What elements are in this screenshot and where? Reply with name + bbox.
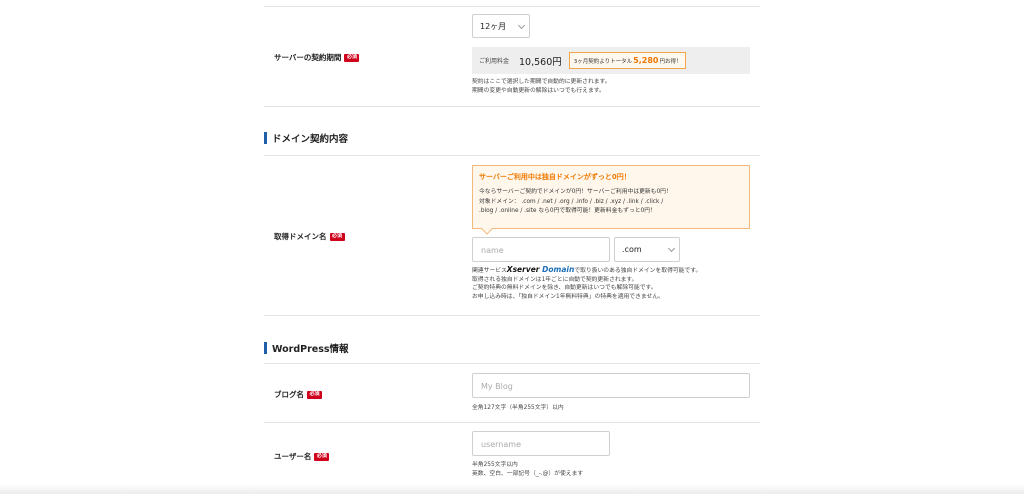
promo-line: .blog / .online / .site なら0円で取得可能！更新料金もず…	[479, 208, 656, 214]
price-value: 10,560円	[519, 56, 562, 68]
required-badge: 必須	[307, 390, 323, 399]
savings-suffix: 円お得！	[659, 58, 682, 65]
section-accent-bar	[264, 342, 267, 354]
domain-section-title: ドメイン契約内容	[272, 134, 349, 145]
divider	[264, 363, 760, 364]
note-line: 契約はここで選択した期間で自動的に更新されます。	[472, 79, 611, 85]
related-service-line: 関連サービスXserver Domainで取り扱いのある独自ドメインを取得可能で…	[472, 265, 702, 276]
note-line: お申し込み時は、「独自ドメイン1年無料特典」の特典を適用できません。	[472, 293, 664, 300]
chevron-down-icon	[517, 21, 526, 30]
bottom-shadow	[0, 484, 1024, 494]
domain-label-row: 取得ドメイン名 必須	[274, 231, 345, 242]
note-line: 取得される独自ドメインは1年ごとに自動で契約更新されます。	[472, 276, 638, 283]
wordpress-section-title: WordPress情報	[272, 344, 349, 355]
divider	[264, 6, 760, 7]
promo-line: 対象ドメイン： .com / .net / .org / .info / .bi…	[479, 198, 664, 205]
promo-line: 今ならサーバーご契約でドメインが0円！サーバーご利用中は更新も0円！	[479, 189, 672, 195]
savings-amount: 5,280	[633, 56, 659, 65]
server-period-label-row: サーバーの契約期間 必須	[274, 52, 360, 63]
domain-promo-box: サーバーご利用中は独自ドメインがずっと0円！ 今ならサーバーご契約でドメインが0…	[472, 165, 750, 235]
domain-notes: 関連サービスXserver Domainで取り扱いのある独自ドメインを取得可能で…	[472, 265, 702, 301]
domain-name-input[interactable]	[473, 239, 609, 262]
price-summary: ご利用料金 10,560円 3ヶ月契約よりトータル 5,280 円お得！	[472, 47, 750, 74]
contract-period-value: 12ヶ月	[480, 21, 507, 31]
domain-section-heading: ドメイン契約内容	[264, 131, 348, 145]
savings-prefix: 3ヶ月契約よりトータル	[573, 58, 633, 65]
domain-name-field[interactable]	[472, 237, 610, 262]
promo-pointer	[481, 223, 493, 235]
required-badge: 必須	[329, 232, 345, 241]
contract-period-select[interactable]: 12ヶ月	[472, 14, 530, 38]
note-line: 半角255文字以内	[472, 462, 518, 468]
note-line: ご契約特典の無料ドメインを除き、自動更新はいつでも解除可能です。	[472, 285, 657, 292]
server-period-notes: 契約はここで選択した期間で自動的に更新されます。 期間の変更や自動更新の解除はい…	[472, 78, 611, 95]
related-service-prefix: 関連サービス	[472, 268, 507, 274]
related-service-suffix: で取り扱いのある独自ドメインを取得可能です。	[574, 268, 702, 274]
divider	[264, 155, 760, 156]
username-notes: 半角255文字以内 英数、空白、一部記号（_-.@）が使えます	[472, 461, 583, 478]
promo-title: サーバーご利用中は独自ドメインがずっと0円！	[479, 173, 631, 181]
section-accent-bar	[264, 132, 267, 144]
server-period-label: サーバーの契約期間	[274, 53, 342, 62]
note-line: 英数、空白、一部記号（_-.@）が使えます	[472, 470, 584, 477]
chevron-down-icon	[667, 244, 676, 253]
blog-name-input[interactable]	[473, 375, 749, 398]
tld-select[interactable]: .com	[614, 237, 680, 262]
required-badge: 必須	[344, 53, 360, 62]
blog-name-label: ブログ名	[274, 390, 304, 399]
blog-name-label-row: ブログ名 必須	[274, 389, 323, 400]
blog-name-note: 全角127文字（半角255文字）以内	[472, 405, 564, 411]
username-field[interactable]	[472, 431, 610, 456]
username-label-row: ユーザー名 必須	[274, 451, 330, 462]
price-label: ご利用料金	[479, 58, 510, 65]
savings-badge: 3ヶ月契約よりトータル 5,280 円お得！	[568, 52, 687, 69]
signup-form: サーバーの契約期間 必須 12ヶ月 ご利用料金 10,560円 3ヶ月契約よりト…	[264, 0, 760, 494]
divider	[264, 315, 760, 316]
blog-name-field[interactable]	[472, 373, 750, 398]
username-label: ユーザー名	[274, 452, 312, 461]
divider	[264, 106, 760, 107]
username-input[interactable]	[473, 433, 609, 456]
domain-label: 取得ドメイン名	[274, 232, 327, 241]
tld-value: .com	[622, 245, 642, 254]
divider	[264, 422, 760, 423]
wordpress-section-heading: WordPress情報	[264, 341, 349, 355]
required-badge: 必須	[314, 452, 330, 461]
xserver-domain-logo[interactable]: Xserver Domain	[507, 265, 575, 274]
note-line: 期間の変更や自動更新の解除はいつでも行えます。	[472, 87, 605, 94]
